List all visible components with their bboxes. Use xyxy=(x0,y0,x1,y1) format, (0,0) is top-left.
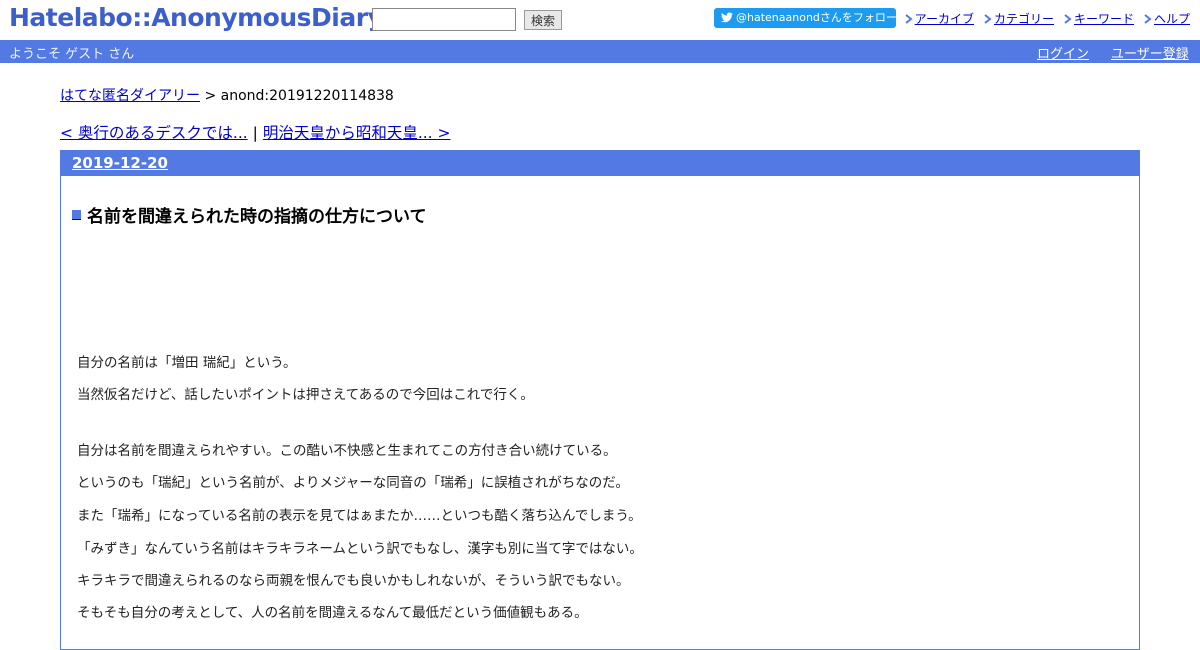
twitter-follow-button[interactable]: @hatenaanondさんをフォロー xyxy=(714,8,896,28)
breadcrumb: はてな匿名ダイアリー > anond:20191220114838 xyxy=(60,85,394,105)
day-header: 2019-12-20 xyxy=(61,151,1139,176)
nav-help[interactable]: ヘルプ xyxy=(1144,10,1190,27)
pager-divider: | xyxy=(252,124,258,142)
day-date-link[interactable]: 2019-12-20 xyxy=(72,154,168,172)
nav-help-link[interactable]: ヘルプ xyxy=(1154,12,1190,26)
breadcrumb-home[interactable]: はてな匿名ダイアリー xyxy=(60,88,200,104)
prev-entry-link[interactable]: < 奥行のあるデスクでは... xyxy=(60,124,248,142)
body-line: 自分の名前は「増田 瑞紀」という。 xyxy=(77,355,297,371)
nav-category[interactable]: カテゴリー xyxy=(984,10,1054,27)
day-box: 2019-12-20 名前を間違えられた時の指摘の仕方について 自分の名前は「増… xyxy=(60,150,1140,650)
body-line: というのも「瑞紀」という名前が、よりメジャーな同音の「瑞希」に誤植されがちなのだ… xyxy=(77,475,629,491)
entry-title: 名前を間違えられた時の指摘の仕方について xyxy=(72,202,427,227)
triangle-right-icon xyxy=(984,14,992,24)
nav-archive-link[interactable]: アーカイブ xyxy=(915,12,974,26)
body-line: 当然仮名だけど、話したいポイントは押さえてあるので今回はこれで行く。 xyxy=(77,387,534,403)
entry-pager: < 奥行のあるデスクでは... | 明治天皇から昭和天皇... > xyxy=(60,121,451,143)
body-line: また「瑞希」になっている名前の表示を見てはぁまたか……といつも酷く落ち込んでしま… xyxy=(77,508,642,524)
breadcrumb-separator: > xyxy=(204,88,217,104)
entry-permalink-square-icon[interactable] xyxy=(72,210,81,220)
nav-archive[interactable]: アーカイブ xyxy=(905,10,974,27)
body-line: キラキラで間違えられるのなら両親を恨んでも良いかもしれないが、そういう訳でもない… xyxy=(77,573,630,589)
twitter-bird-icon xyxy=(721,12,733,23)
triangle-right-icon xyxy=(1144,14,1152,24)
search-input[interactable] xyxy=(372,8,516,31)
welcome-text: ようこそ ゲスト さん xyxy=(9,47,135,62)
body-line: 「みずき」なんていう名前はキラキラネームという訳でもなし、漢字も別に当て字ではな… xyxy=(77,541,643,557)
login-link[interactable]: ログイン xyxy=(1037,43,1089,62)
follow-label: @hatenaanondさんをフォロー xyxy=(736,11,896,24)
search-button[interactable]: 検索 xyxy=(524,10,562,30)
triangle-right-icon xyxy=(1064,14,1072,24)
body-line: そもそも自分の考えとして、人の名前を間違えるなんて最低だという価値観もある。 xyxy=(77,605,588,621)
site-logo[interactable]: Hatelabo::AnonymousDiary xyxy=(9,3,384,32)
nav-category-link[interactable]: カテゴリー xyxy=(994,12,1054,26)
breadcrumb-current: anond:20191220114838 xyxy=(220,88,394,104)
next-entry-link[interactable]: 明治天皇から昭和天皇... > xyxy=(263,124,451,142)
entry-title-text: 名前を間違えられた時の指摘の仕方について xyxy=(87,207,427,227)
nav-keyword-link[interactable]: キーワード xyxy=(1074,12,1134,26)
user-bar: ようこそ ゲスト さん ログイン ユーザー登録 xyxy=(0,40,1200,63)
nav-keyword[interactable]: キーワード xyxy=(1064,10,1134,27)
site-header: Hatelabo::AnonymousDiary 検索 @hatenaanond… xyxy=(0,0,1200,40)
register-link[interactable]: ユーザー登録 xyxy=(1111,43,1189,62)
body-line: 自分は名前を間違えられやすい。この酷い不快感と生まれてこの方付き合い続けている。 xyxy=(77,443,617,459)
triangle-right-icon xyxy=(905,14,913,24)
